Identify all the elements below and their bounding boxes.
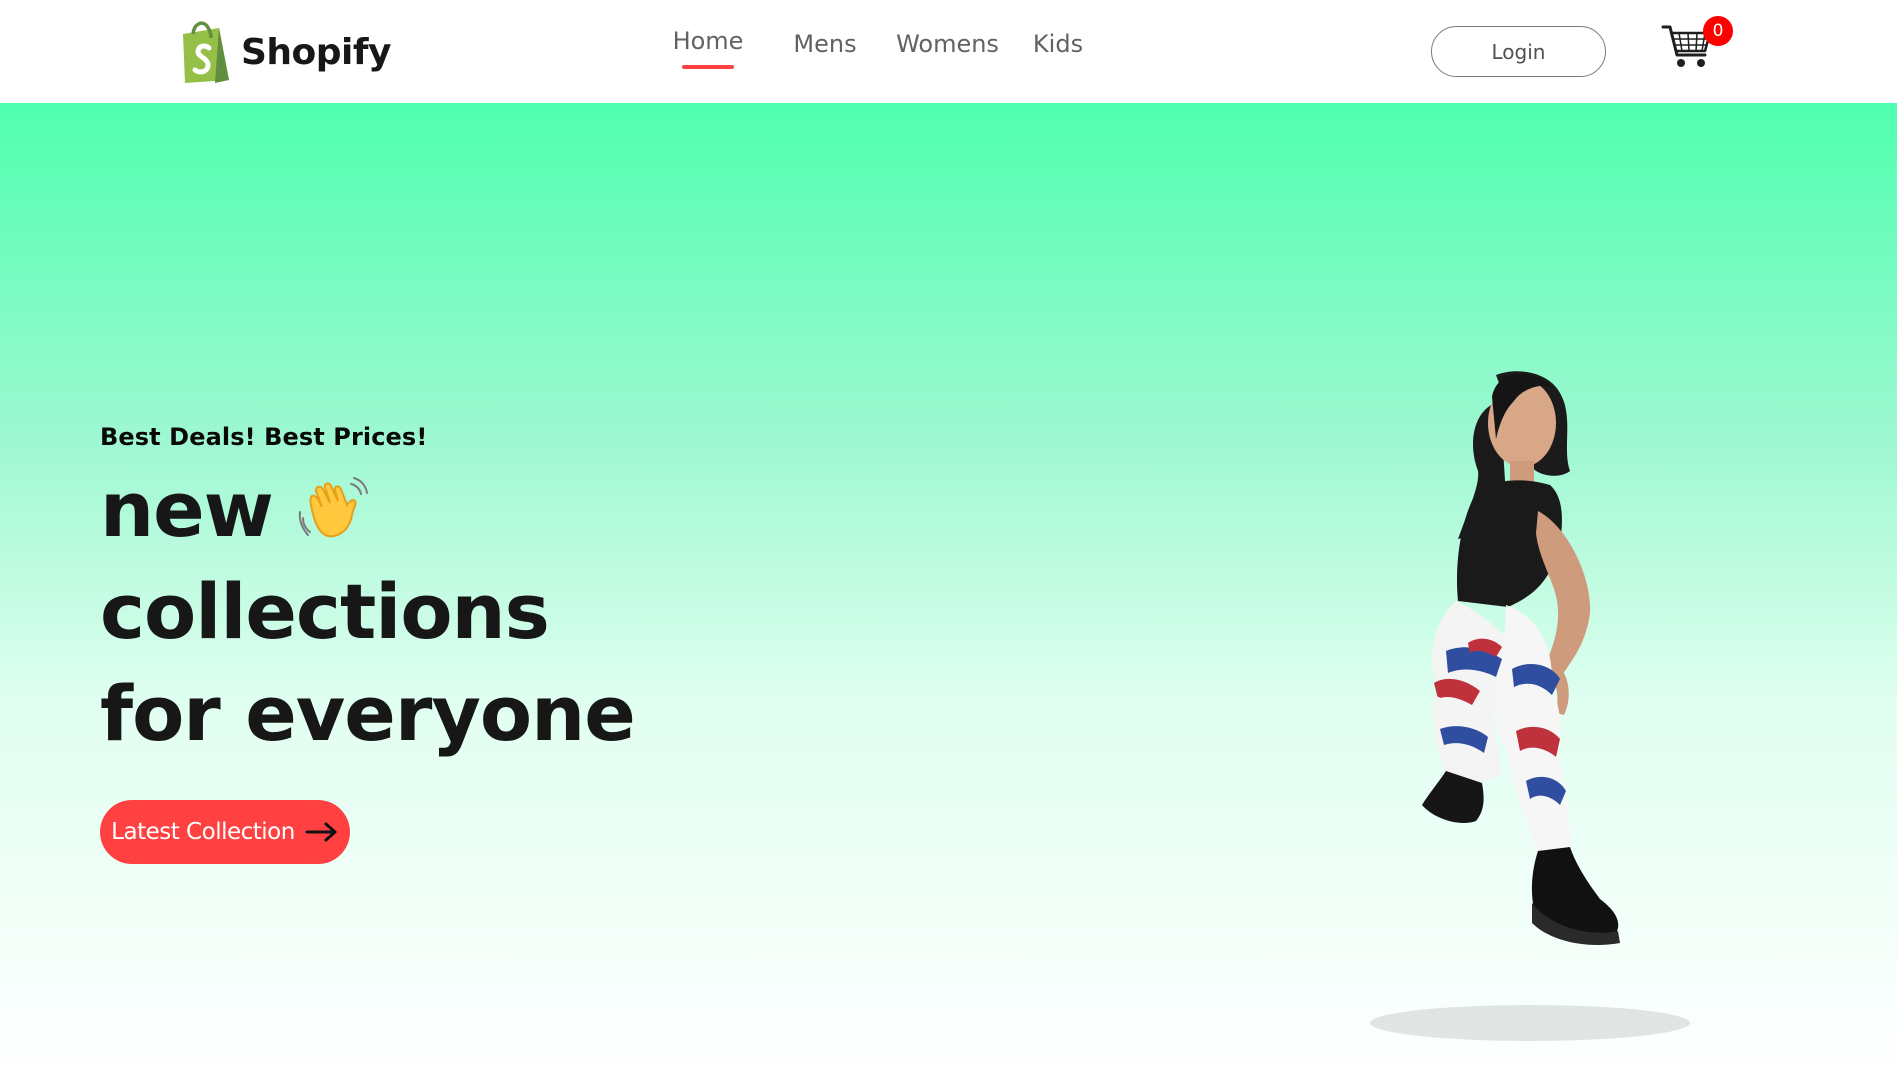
nav-item-label: Womens — [896, 30, 999, 58]
shopping-bag-icon — [183, 21, 229, 83]
hero-heading-line: new — [100, 459, 635, 561]
login-button[interactable]: Login — [1431, 26, 1606, 77]
hero-heading-word: new — [100, 465, 274, 554]
nav-item-kids[interactable]: Kids — [1023, 30, 1093, 80]
hero-text: Best Deals! Best Prices! new collections… — [100, 423, 636, 765]
arrow-right-icon — [305, 822, 337, 842]
navbar: Shopify Home Mens Womens Kids Login 0 — [0, 0, 1897, 103]
hero-heading: new collections for everyone — [100, 459, 636, 765]
nav-active-indicator — [682, 65, 734, 69]
hero-heading-line: collections — [100, 567, 550, 656]
hero-heading-line: for everyone — [100, 669, 636, 758]
latest-collection-label: Latest Collection — [111, 819, 295, 845]
brand-name: Shopify — [241, 31, 392, 73]
main-nav: Home Mens Womens Kids — [650, 27, 1093, 80]
nav-item-womens[interactable]: Womens — [880, 30, 1015, 80]
cart-count-badge: 0 — [1703, 16, 1733, 46]
nav-item-home[interactable]: Home — [650, 27, 766, 80]
hero-model-image — [1370, 371, 1690, 1041]
nav-item-mens[interactable]: Mens — [770, 30, 880, 80]
nav-item-label: Kids — [1032, 30, 1084, 58]
cart-button[interactable]: 0 — [1661, 16, 1733, 72]
hero-section: Best Deals! Best Prices! new collections… — [0, 103, 1897, 1080]
latest-collection-button[interactable]: Latest Collection — [100, 800, 350, 864]
hero-tagline: Best Deals! Best Prices! — [100, 423, 428, 451]
waving-hand-icon — [298, 477, 368, 538]
brand-logo[interactable]: Shopify — [179, 20, 392, 84]
nav-item-label: Home — [672, 27, 744, 55]
nav-item-label: Mens — [793, 30, 857, 58]
